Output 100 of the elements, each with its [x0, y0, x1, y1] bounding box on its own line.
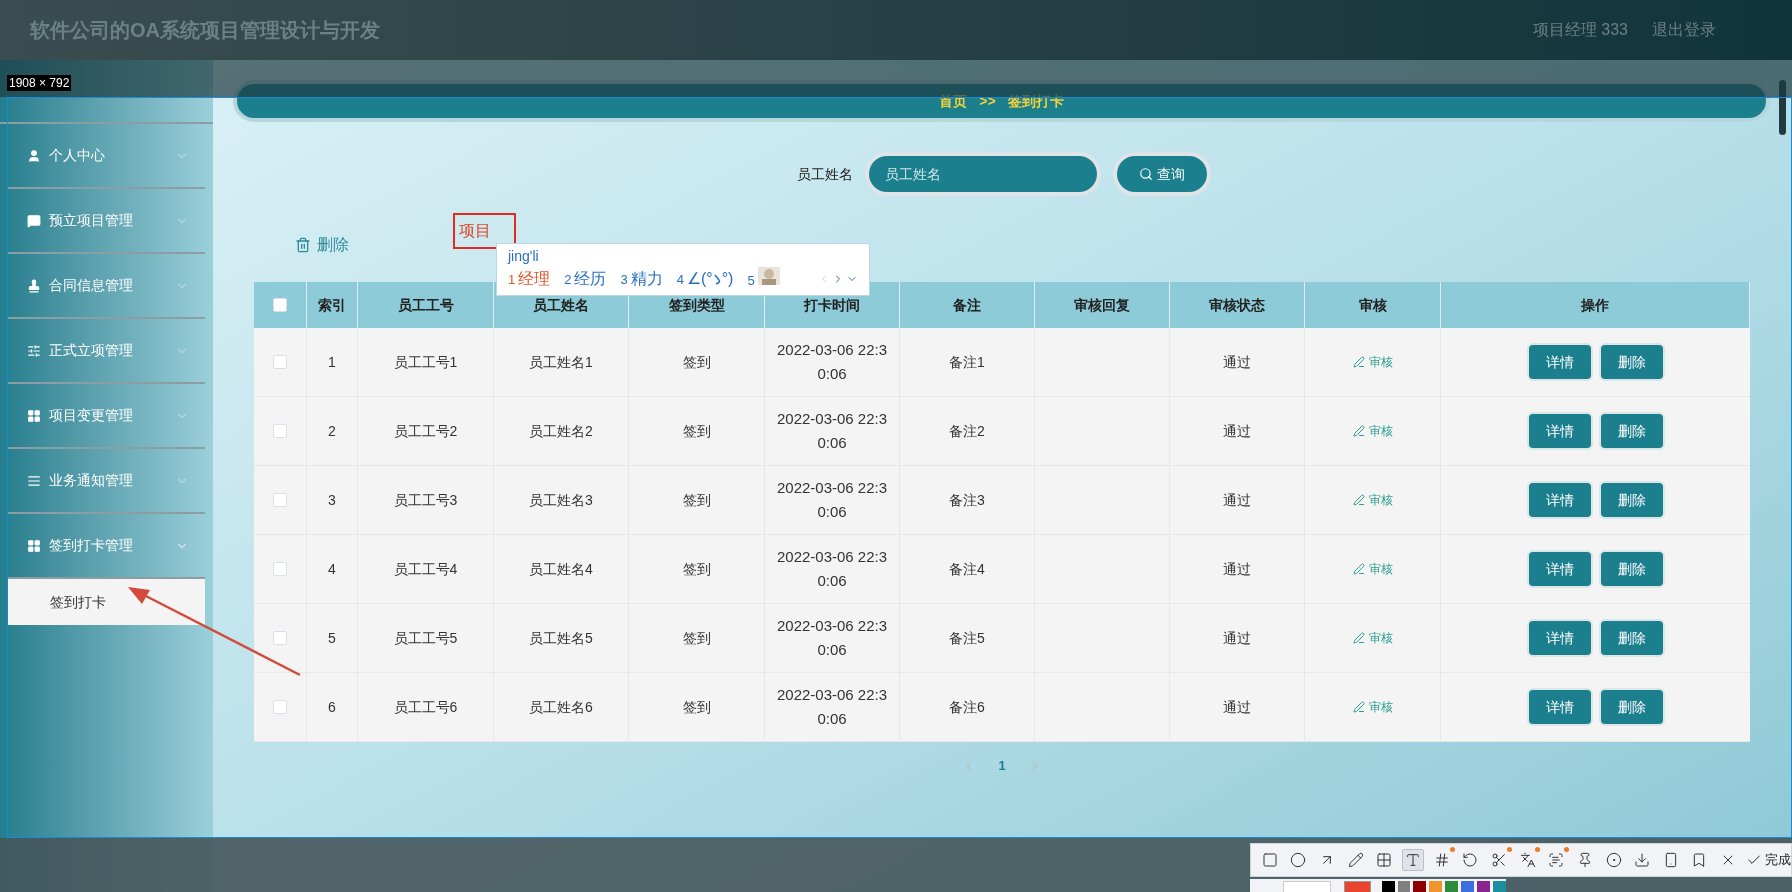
size-field[interactable] [1283, 881, 1331, 892]
table-cell-text: 员工工号2 [393, 421, 458, 441]
review-link[interactable]: 审核 [1352, 629, 1393, 647]
review-link[interactable]: 审核 [1352, 698, 1393, 716]
delete-row-button[interactable]: 删除 [1600, 552, 1663, 586]
user-icon [27, 148, 41, 163]
details-button[interactable]: 详情 [1528, 552, 1591, 586]
translate-icon [1519, 852, 1536, 868]
table-cell-text: 备注2 [949, 421, 985, 441]
sidebar-item[interactable]: 项目变更管理 [8, 384, 205, 449]
pen-icon [1352, 425, 1365, 437]
mosaic-icon [1376, 852, 1393, 868]
scan-text-icon [1548, 852, 1565, 868]
table-cell-text: 员工姓名5 [529, 628, 593, 648]
table-cell-text: 员工工号1 [393, 352, 458, 372]
delete-button[interactable]: 删除 [295, 233, 349, 257]
delete-row-button[interactable]: 删除 [1600, 345, 1663, 379]
submenu-item[interactable]: 签到打卡 [8, 579, 205, 625]
pen-icon [1352, 494, 1365, 506]
table-cell-text: 3 [328, 490, 336, 510]
table-cell-text: 通过 [1223, 490, 1251, 510]
download-icon [1634, 852, 1651, 868]
table-cell-text: 员工工号4 [393, 559, 458, 579]
color-swatch[interactable] [1493, 881, 1506, 892]
table-cell-text: 通过 [1223, 421, 1251, 441]
breadcrumb-item: >> [979, 91, 996, 111]
table-cell-text: 6 [328, 697, 336, 717]
pencil-icon [1347, 852, 1364, 868]
details-button[interactable]: 详情 [1528, 621, 1591, 655]
review-link[interactable]: 审核 [1352, 560, 1393, 578]
pinyin-text: jing'li [508, 247, 539, 266]
stamp-icon [27, 278, 41, 293]
table-cell-text: 签到 [682, 628, 711, 648]
grid-icon [27, 538, 41, 553]
capture-tool[interactable] [1402, 849, 1424, 871]
delete-row-button[interactable]: 删除 [1600, 414, 1663, 448]
delete-row-button[interactable]: 删除 [1600, 483, 1663, 517]
sidebar-item[interactable]: 预立项目管理 [8, 189, 205, 254]
done-button[interactable]: 完成 [1745, 850, 1791, 870]
table-cell-text: 4 [328, 559, 336, 579]
table-cell-text: 2022-03-06 22:30:06 [776, 616, 888, 660]
sliders-icon [27, 343, 41, 358]
checkbox[interactable] [273, 424, 287, 438]
table-cell-text: 2 [328, 421, 336, 441]
sidebar-item[interactable]: 个人中心 [8, 124, 205, 189]
logout-link[interactable]: 退出登录 [1652, 18, 1716, 42]
hook-mark-icon [712, 273, 722, 285]
table-cell-text: 签到 [682, 352, 711, 372]
color-swatch[interactable] [1381, 881, 1395, 892]
table-cell-text: 1 [328, 352, 336, 372]
table-cell-text: 员工姓名3 [529, 490, 593, 510]
review-link[interactable]: 审核 [1352, 353, 1393, 371]
review-link[interactable]: 审核 [1352, 491, 1393, 509]
table-cell-text: 员工姓名2 [529, 421, 593, 441]
color-swatch[interactable] [1397, 881, 1411, 892]
checkbox[interactable] [273, 700, 287, 714]
table-cell-text: 5 [328, 628, 336, 648]
list-icon [27, 473, 41, 488]
color-swatch[interactable] [1429, 881, 1443, 892]
text-tool-icon [1405, 852, 1422, 868]
sidebar-item[interactable]: 合同信息管理 [8, 254, 205, 319]
table-cell-text: 员工姓名1 [529, 352, 593, 372]
composition-text: 项目 [459, 221, 491, 241]
pen-icon [1352, 701, 1365, 713]
checkbox[interactable] [273, 631, 287, 645]
color-swatch[interactable] [1343, 881, 1371, 892]
page-number[interactable]: 1 [998, 756, 1006, 776]
delete-row-button[interactable]: 删除 [1600, 621, 1663, 655]
color-swatch[interactable] [1413, 881, 1427, 892]
color-swatch[interactable] [1477, 881, 1491, 892]
table-cell-text: 2022-03-06 22:30:06 [776, 547, 888, 591]
color-swatch[interactable] [1461, 881, 1475, 892]
details-button[interactable]: 详情 [1528, 414, 1591, 448]
sidebar-item[interactable]: 业务通知管理 [8, 449, 205, 514]
table-cell-text: 通过 [1223, 559, 1251, 579]
table-cell-text: 员工工号3 [393, 490, 458, 510]
details-button[interactable]: 详情 [1528, 483, 1591, 517]
table-cell-text: 通过 [1223, 352, 1251, 372]
details-button[interactable]: 详情 [1528, 345, 1591, 379]
circle-icon [1290, 852, 1307, 868]
table-cell-text: 2022-03-06 22:30:06 [776, 409, 888, 453]
sidebar-item[interactable]: 正式立项管理 [8, 319, 205, 384]
checkbox[interactable] [273, 562, 287, 576]
checkbox[interactable] [273, 493, 287, 507]
search-field[interactable]: 员工姓名 [868, 156, 1097, 192]
details-button[interactable]: 详情 [1528, 690, 1591, 724]
table-cell-text: 备注5 [949, 628, 985, 648]
record-icon [1605, 852, 1622, 868]
search-label: 员工姓名 [796, 164, 853, 184]
size-label: 1908 × 792 [7, 75, 72, 91]
number-icon [1433, 852, 1450, 868]
review-link[interactable]: 审核 [1352, 422, 1393, 440]
grid-icon [27, 408, 41, 423]
delete-row-button[interactable]: 删除 [1600, 690, 1663, 724]
checkbox[interactable] [273, 298, 287, 312]
checkbox[interactable] [273, 355, 287, 369]
table-cell-text: 2022-03-06 22:30:06 [776, 685, 888, 729]
color-swatch[interactable] [1445, 881, 1459, 892]
table-cell-text: 备注6 [949, 697, 985, 717]
chat-icon [27, 213, 41, 228]
